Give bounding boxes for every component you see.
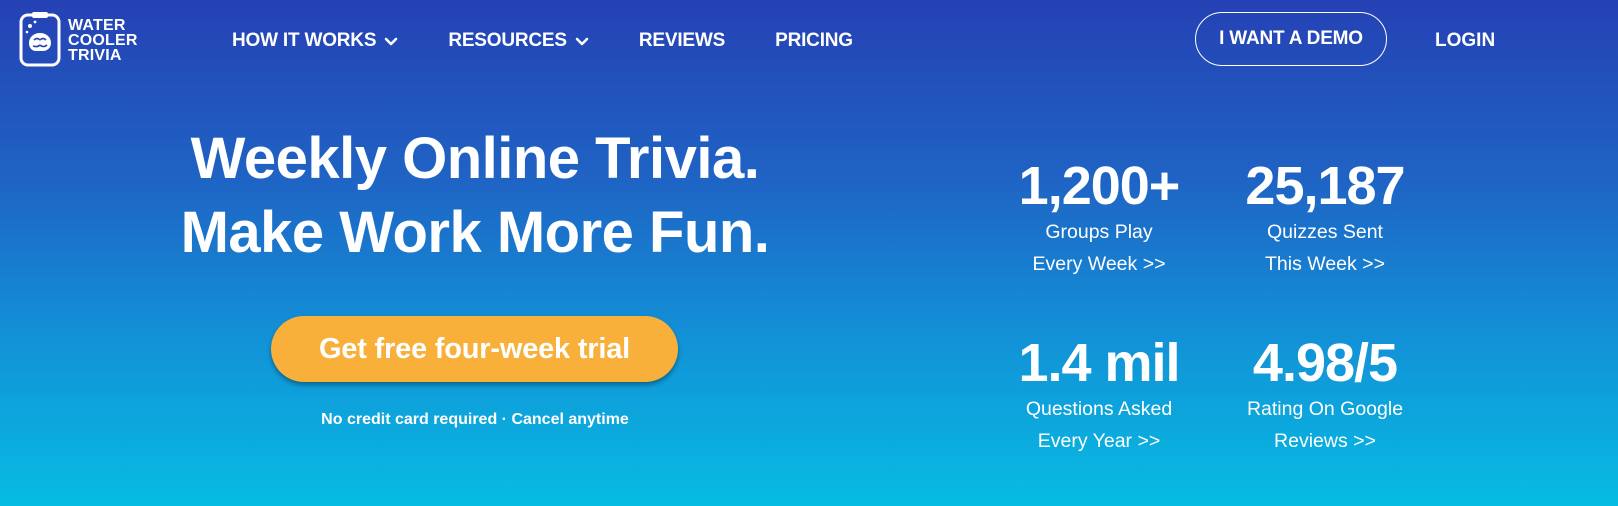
stat-link[interactable]: This Week >>: [1210, 248, 1440, 280]
nav-item-resources[interactable]: RESOURCES: [448, 30, 589, 52]
brain-water-cooler-icon: [19, 12, 61, 67]
logo-text: WATER COOLER TRIVIA: [68, 16, 158, 64]
logo-line-1: WATER: [68, 16, 126, 34]
stat-link[interactable]: Every Week >>: [984, 248, 1214, 280]
logo-line-2: COOLER: [68, 31, 138, 49]
stat-label: Rating On Google: [1246, 398, 1404, 420]
headline-line-2: Make Work More Fun.: [180, 200, 770, 265]
stat-label: Quizzes Sent: [1267, 221, 1383, 243]
main-nav: HOW IT WORKS RESOURCES REVIEWS PRICING: [232, 30, 853, 52]
nav-item-label: HOW IT WORKS: [232, 30, 377, 51]
stat-groups: 1,200+ Groups Play Every Week >>: [984, 156, 1214, 280]
hero-headline: Weekly Online Trivia. Make Work More Fun…: [100, 122, 850, 270]
stat-link[interactable]: Reviews >>: [1210, 425, 1440, 457]
cta-subnote: No credit card required · Cancel anytime: [321, 411, 629, 428]
stat-value: 1,200+: [1018, 156, 1181, 216]
free-trial-button[interactable]: Get free four-week trial: [271, 316, 678, 382]
nav-item-label: PRICING: [775, 30, 853, 51]
stat-value: 4.98/5: [1252, 333, 1398, 393]
stat-value: 25,187: [1245, 156, 1405, 216]
stat-rating: 4.98/5 Rating On Google Reviews >>: [1210, 333, 1440, 457]
stat-link[interactable]: Every Year >>: [984, 425, 1214, 457]
logo[interactable]: WATER COOLER TRIVIA: [18, 12, 158, 68]
nav-item-label: REVIEWS: [638, 30, 726, 51]
login-link[interactable]: LOGIN: [1435, 30, 1495, 52]
nav-item-label: RESOURCES: [448, 30, 567, 51]
stat-label: Questions Asked: [1025, 398, 1173, 420]
stat-value: 1.4 mil: [1018, 333, 1180, 393]
nav-item-reviews[interactable]: REVIEWS: [639, 30, 725, 52]
logo-line-3: TRIVIA: [68, 46, 122, 64]
nav-item-pricing[interactable]: PRICING: [775, 30, 853, 52]
hero-section: WATER COOLER TRIVIA HOW IT WORKS RESOURC…: [0, 0, 1618, 506]
chevron-down-icon: [385, 37, 398, 46]
stat-questions: 1.4 mil Questions Asked Every Year >>: [984, 333, 1214, 457]
headline-line-1: Weekly Online Trivia.: [190, 126, 760, 191]
nav-item-how-it-works[interactable]: HOW IT WORKS: [232, 30, 398, 52]
chevron-down-icon: [575, 37, 589, 46]
stat-quizzes: 25,187 Quizzes Sent This Week >>: [1210, 156, 1440, 280]
demo-button[interactable]: I WANT A DEMO: [1195, 12, 1387, 66]
stat-label: Groups Play: [1045, 221, 1153, 243]
